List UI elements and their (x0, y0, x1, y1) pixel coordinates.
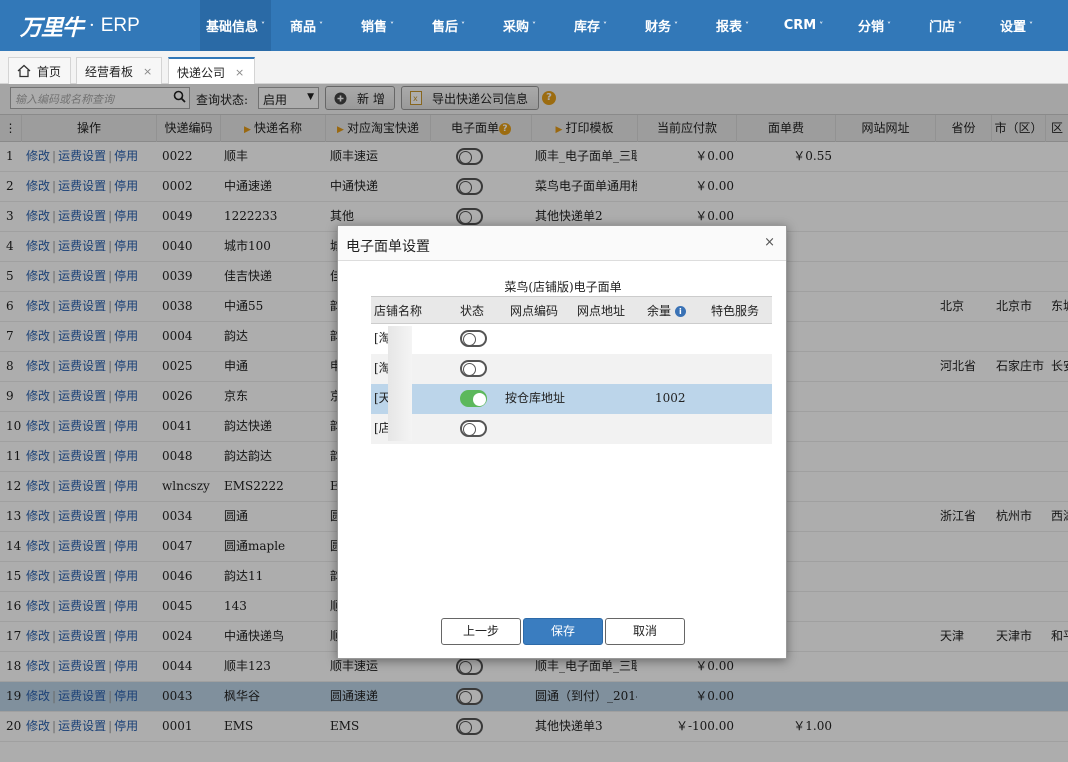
nav-item[interactable]: 财务 ˅ (626, 0, 697, 51)
col-balance-label: 余量 (647, 304, 672, 318)
col-status: 状态 (460, 304, 485, 318)
shop-row[interactable]: [店铺 (371, 414, 772, 444)
nav-item[interactable]: 售后 ˅ (413, 0, 484, 51)
save-button[interactable]: 保存 (523, 618, 603, 645)
dialog-subtitle: 菜鸟(店铺版)电子面单 (504, 280, 622, 294)
nav-item[interactable]: 门店 ˅ (910, 0, 981, 51)
col-balance: 余量 i (647, 297, 686, 325)
shop-status-toggle[interactable] (460, 390, 487, 407)
nav-item-label: 财务 (644, 20, 671, 35)
nav-item-label: 报表 (715, 20, 742, 35)
eface-settings-dialog: 电子面单设置 × 菜鸟(店铺版)电子面单 店铺名称 状态 网点编码 网点地址 余… (337, 225, 787, 659)
balance-value: 1002 (655, 391, 686, 405)
col-site-address: 网点地址 (577, 304, 626, 318)
chevron-down-icon: ˅ (745, 21, 749, 30)
shop-status-toggle[interactable] (460, 330, 487, 347)
home-icon (17, 64, 31, 78)
tab-dashboard[interactable]: 经营看板 × (76, 57, 162, 84)
chevron-down-icon: ˅ (819, 21, 824, 30)
col-shop: 店铺名称 (374, 304, 423, 318)
col-service: 特色服务 (711, 304, 760, 318)
dialog-header: 电子面单设置 × (338, 226, 786, 261)
chevron-down-icon: ˅ (1029, 21, 1033, 30)
dialog-title: 电子面单设置 (346, 239, 430, 255)
logo-mark: 万里牛 (20, 15, 84, 41)
chevron-down-icon: ˅ (532, 21, 536, 30)
shop-row[interactable]: [淘宝 (371, 354, 772, 384)
nav-item[interactable]: 采购 ˅ (484, 0, 555, 51)
chevron-down-icon: ˅ (958, 21, 962, 30)
app-name: ERP (100, 14, 140, 36)
app-logo[interactable]: 万里牛 · ERP (0, 0, 200, 51)
nav-item-label: 基础信息 (205, 20, 258, 35)
nav-item-label: CRM (783, 18, 817, 33)
nav-item-label: 库存 (573, 20, 600, 35)
tab-express[interactable]: 快递公司 × (168, 57, 255, 85)
shop-row[interactable]: [天猫按仓库地址1002 (371, 384, 772, 414)
nav-item-label: 采购 (502, 20, 529, 35)
chevron-down-icon: ˅ (674, 21, 678, 30)
redacted-shop-names (388, 326, 412, 441)
nav-item[interactable]: 设置 ˅ (981, 0, 1052, 51)
nav-item[interactable]: 报表 ˅ (697, 0, 768, 51)
chevron-down-icon: ˅ (261, 21, 265, 30)
nav-item-label: 设置 (999, 20, 1026, 35)
chevron-down-icon: ˅ (390, 21, 394, 30)
nav-item[interactable]: 库存 ˅ (555, 0, 626, 51)
shop-table-body: [淘宝[淘宝[天猫按仓库地址1002[店铺 (371, 324, 772, 444)
shop-row[interactable]: [淘宝 (371, 324, 772, 354)
nav-item-label: 门店 (928, 20, 955, 35)
site-code[interactable]: 按仓库地址 (505, 384, 569, 412)
col-site-code: 网点编码 (510, 304, 559, 318)
chevron-down-icon: ˅ (319, 21, 323, 30)
info-icon[interactable]: i (674, 306, 686, 317)
shop-table: 店铺名称 状态 网点编码 网点地址 余量 i 特色服务 [淘宝[淘宝[天猫按仓库… (371, 296, 772, 444)
shop-status-toggle[interactable] (460, 420, 487, 437)
chevron-down-icon: ˅ (461, 21, 465, 30)
chevron-down-icon: ˅ (887, 21, 891, 30)
shop-table-header: 店铺名称 状态 网点编码 网点地址 余量 i 特色服务 (371, 296, 772, 324)
tab-express-label: 快递公司 (177, 65, 226, 80)
tab-bar: 首页 经营看板 × 快递公司 × (0, 51, 1068, 85)
nav-item[interactable]: 分销 ˅ (839, 0, 910, 51)
logo-dot: · (89, 15, 95, 36)
tab-home-label: 首页 (37, 64, 62, 79)
nav-item[interactable]: 商品 ˅ (271, 0, 342, 51)
close-icon[interactable]: × (764, 235, 775, 250)
top-nav: 万里牛 · ERP 基础信息 ˅ 商品 ˅ 销售 ˅ 售后 ˅ 采购 ˅ 库存 ˅ 财务 ˅ 报表 ˅ CRM ˅… (0, 0, 1068, 51)
nav-item-label: 分销 (857, 20, 884, 35)
close-icon[interactable]: × (235, 66, 244, 79)
prev-step-button[interactable]: 上一步 (441, 618, 521, 645)
nav-item-label: 售后 (431, 20, 458, 35)
nav-item[interactable]: CRM ˅ (768, 0, 839, 51)
cancel-button[interactable]: 取消 (605, 618, 685, 645)
main-menu: 基础信息 ˅ 商品 ˅ 销售 ˅ 售后 ˅ 采购 ˅ 库存 ˅ 财务 ˅ 报表 ˅ CRM ˅ 分销 ˅ 门店 ˅ 设置 ˅ (200, 0, 1052, 51)
close-icon[interactable]: × (143, 65, 152, 78)
tab-home[interactable]: 首页 (8, 57, 71, 84)
tab-dashboard-label: 经营看板 (85, 64, 134, 79)
nav-item-label: 销售 (360, 20, 387, 35)
nav-item-label: 商品 (289, 20, 316, 35)
nav-item[interactable]: 销售 ˅ (342, 0, 413, 51)
chevron-down-icon: ˅ (603, 21, 607, 30)
shop-status-toggle[interactable] (460, 360, 487, 377)
nav-item[interactable]: 基础信息 ˅ (200, 0, 271, 51)
